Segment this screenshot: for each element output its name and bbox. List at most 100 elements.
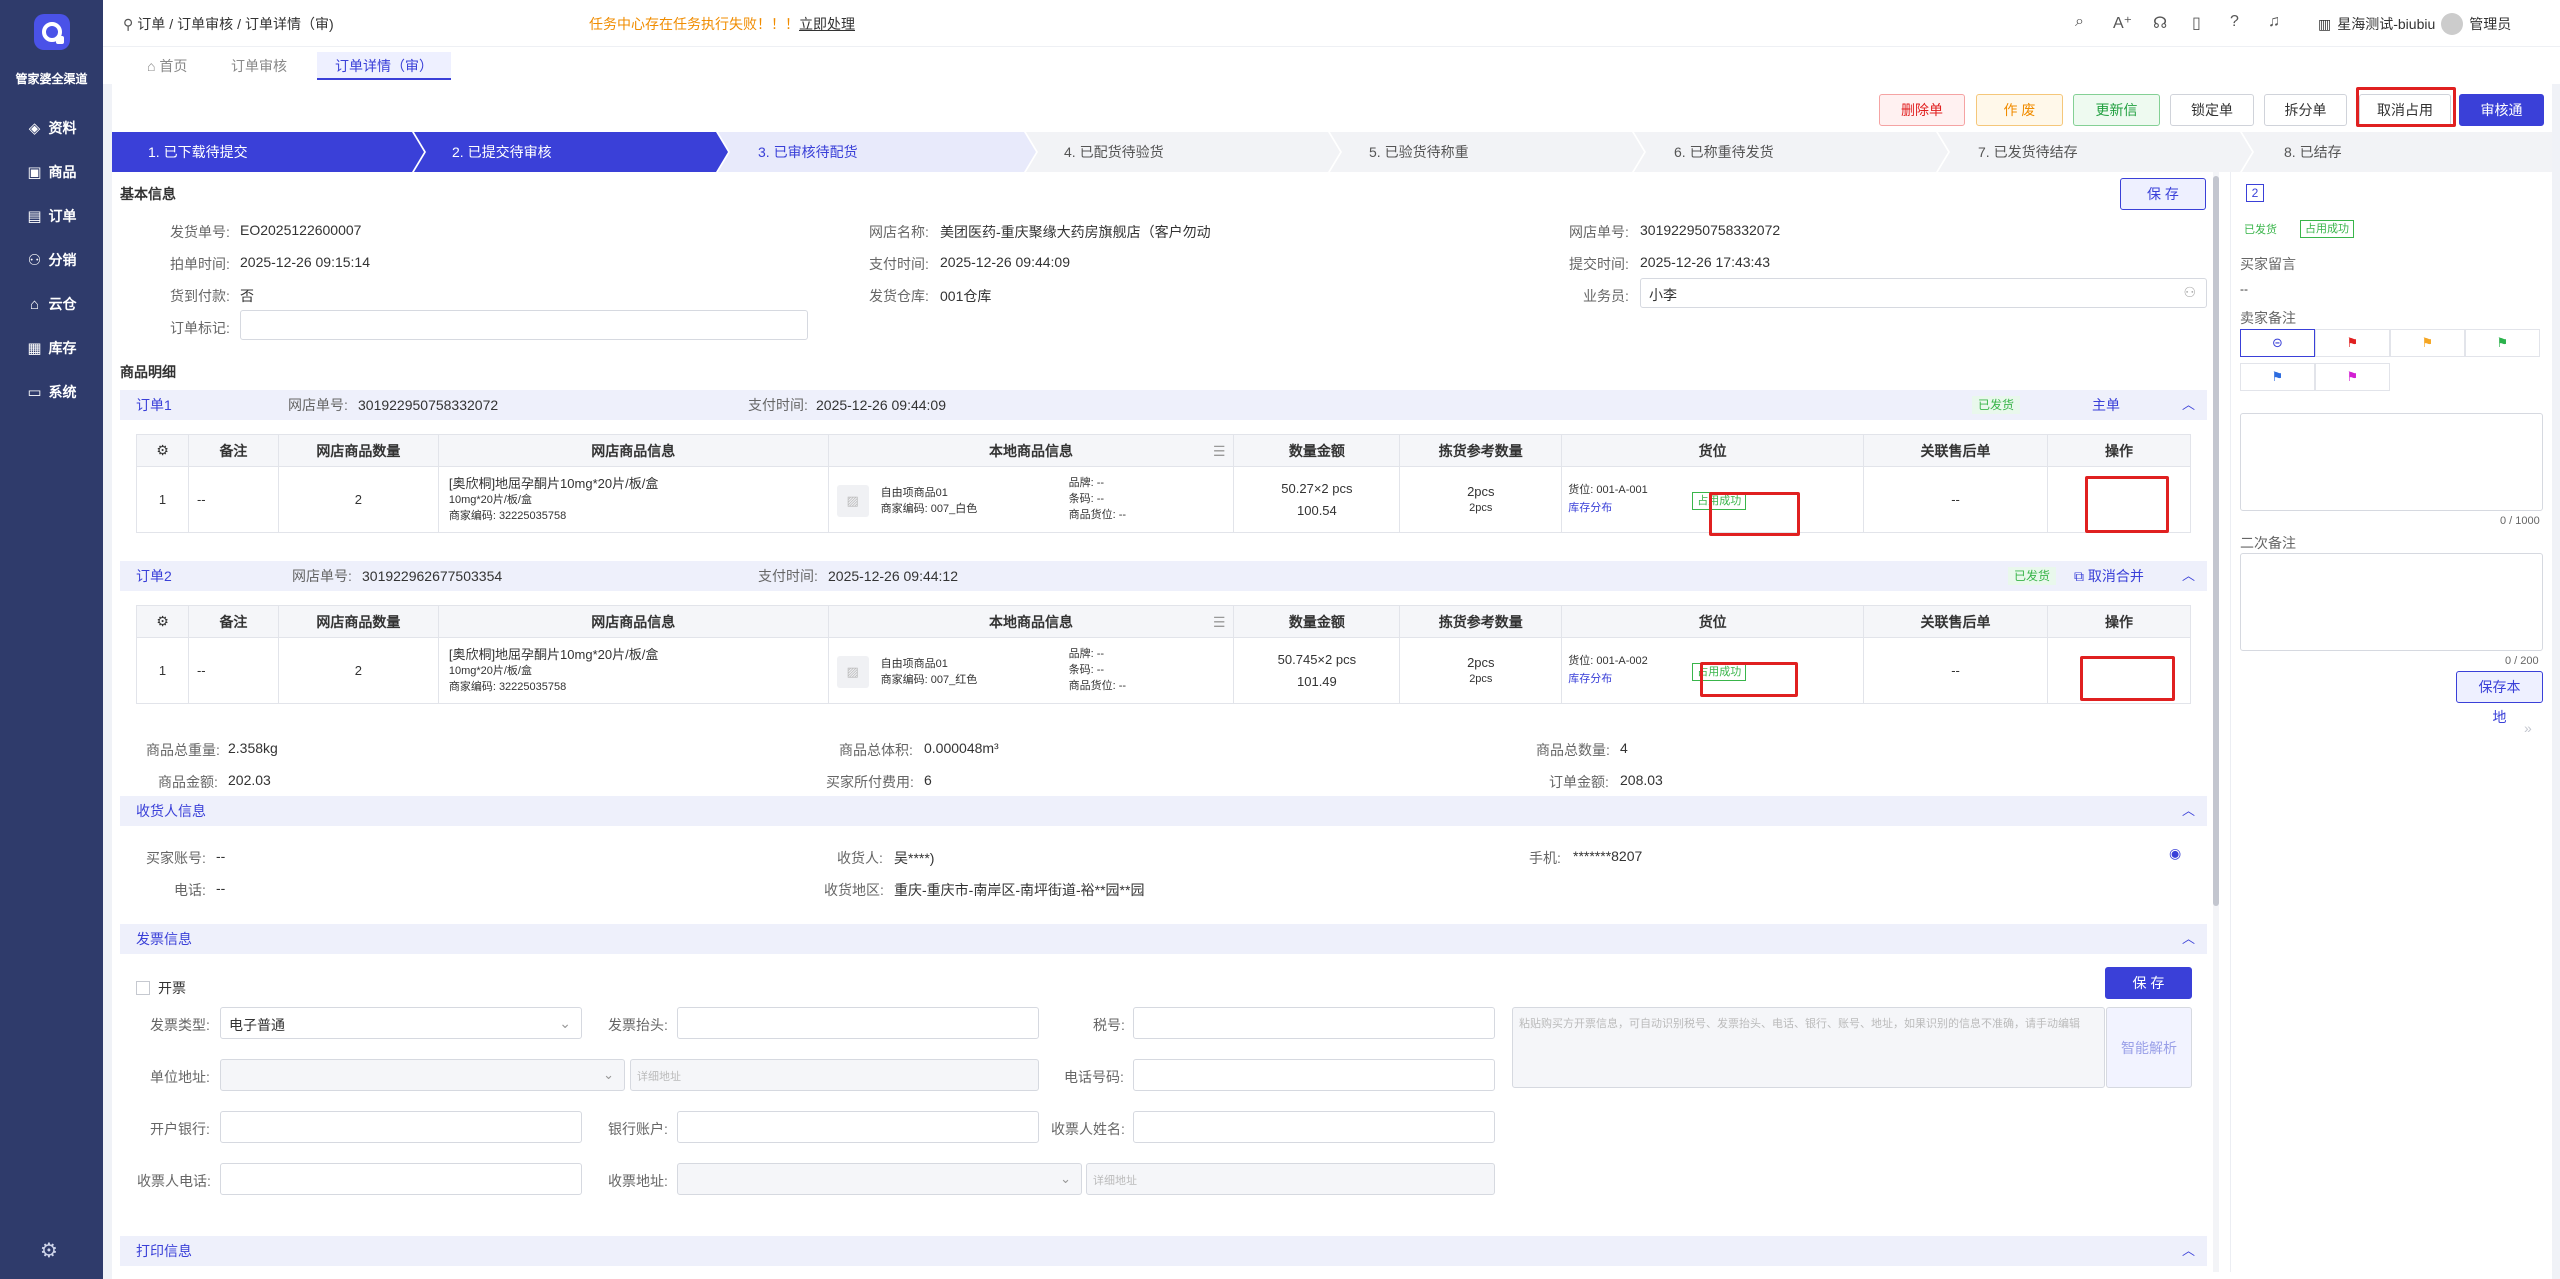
receiver-address-select[interactable]: ⌄ <box>677 1163 1082 1195</box>
stock-distribution-link[interactable]: 库存分布 <box>1568 499 1647 517</box>
sidebar-item-distribution[interactable]: ⚇ 分销 <box>0 240 103 280</box>
bank-field[interactable] <box>220 1111 582 1143</box>
checkbox-box[interactable] <box>136 981 150 995</box>
unit-address-select[interactable]: ⌄ <box>220 1059 625 1091</box>
tab-label: 首页 <box>159 58 188 74</box>
pay-time-value: 2025-12-26 09:44:09 <box>816 397 946 413</box>
phone-label: 电话: <box>174 882 206 898</box>
pay-time-label: 支付时间: <box>748 397 808 413</box>
second-note-textarea[interactable] <box>2240 553 2543 651</box>
product-detail-title: 商品明细 <box>120 364 176 380</box>
total-weight-value: 2.358kg <box>228 740 278 756</box>
receiver-phone-label: 收票人电话: <box>137 1173 211 1189</box>
invoice-checkbox[interactable]: 开票 <box>136 978 186 998</box>
flag-purple-button[interactable]: ⚑ <box>2315 363 2390 391</box>
handle-now-link[interactable]: 立即处理 <box>799 14 855 34</box>
scrollbar-thumb[interactable] <box>2213 176 2219 906</box>
total-weight-label: 商品总重量: <box>146 742 220 758</box>
breadcrumb-order-review[interactable]: 订单审核 <box>177 14 233 34</box>
flag-red-button[interactable]: ⚑ <box>2315 329 2390 357</box>
phone-no-label: 电话号码: <box>1064 1069 1124 1085</box>
sidebar-item-inventory[interactable]: ▦ 库存 <box>0 328 103 368</box>
receiver-area-value: 重庆-重庆市-南岸区-南坪街道-裕**园**园 <box>894 882 1145 898</box>
invoice-receiver-phone-field[interactable] <box>220 1163 582 1195</box>
chevron-up-icon[interactable]: ︿ <box>2182 796 2195 826</box>
eye-icon[interactable]: ◉ <box>2169 845 2181 862</box>
invoice-save-button[interactable]: 保 存 <box>2105 967 2192 999</box>
help-icon[interactable]: ? <box>2230 13 2239 31</box>
salesman-field[interactable]: 小李 ⚇ <box>1640 278 2207 308</box>
box-icon: ▣ <box>27 164 42 181</box>
tab-order-detail[interactable]: 订单详情（审） <box>317 52 451 80</box>
column-settings[interactable]: ⚙ <box>136 434 189 467</box>
flag-green-button[interactable]: ⚑ <box>2465 329 2540 357</box>
invoice-receiver-name-field[interactable] <box>1133 1111 1495 1143</box>
lock-button[interactable]: 锁定单据 <box>2170 94 2254 148</box>
invoice-paste-area[interactable]: 粘贴购买方开票信息，可自动识别税号、发票抬头、电话、银行、账号、地址，如果识别的… <box>1512 1007 2105 1088</box>
ai-icon[interactable]: A⁺ <box>2113 13 2132 33</box>
page-number[interactable]: 2 <box>2246 184 2264 202</box>
seller-note-textarea[interactable] <box>2240 413 2543 511</box>
basic-save-button[interactable]: 保 存 <box>2120 178 2206 210</box>
chevron-up-icon[interactable]: ︿ <box>2182 1236 2195 1266</box>
product-spec: 10mg*20片/板/盒 <box>448 493 532 506</box>
stock-distribution-link[interactable]: 库存分布 <box>1568 670 1647 688</box>
unit-address-detail[interactable]: 详细地址 <box>630 1059 1039 1091</box>
search-icon[interactable]: ⌕ <box>2075 13 2084 31</box>
row-index: 1 <box>136 637 189 704</box>
step-1: 1. 已下载待提交 <box>148 144 248 160</box>
void-button[interactable]: 作 废 <box>1976 94 2063 126</box>
buyer-message-value: -- <box>2240 282 2248 296</box>
invoice-type-select[interactable]: 电子普通 ⌄ <box>220 1007 582 1039</box>
split-button[interactable]: 拆分单据 <box>2264 94 2347 148</box>
chevron-up-icon[interactable]: ︿ <box>2182 390 2195 420</box>
flag-orange-button[interactable]: ⚑ <box>2390 329 2465 357</box>
bank-account-field[interactable] <box>677 1111 1039 1143</box>
column-header: 关联售后单 <box>1863 434 2048 467</box>
delete-button[interactable]: 删除单据 <box>1879 94 1965 148</box>
breadcrumb-orders[interactable]: 订单 <box>137 14 165 34</box>
order-mark-field[interactable] <box>240 310 808 340</box>
chevron-up-icon[interactable]: ︿ <box>2182 924 2195 954</box>
chevron-down-icon: ⌄ <box>603 1067 614 1082</box>
receiver-address-detail[interactable]: 详细地址 <box>1086 1163 1495 1195</box>
highlight-box <box>2356 87 2456 127</box>
menu-icon[interactable]: ☰ <box>1213 443 1226 460</box>
flag-none-button[interactable]: ⊝ <box>2240 329 2315 357</box>
layers-icon: ◈ <box>28 120 41 137</box>
amount-cell: 50.27×2 pcs 100.54 <box>1233 466 1401 533</box>
bell-icon[interactable]: ♫ <box>2268 13 2280 31</box>
user-menu[interactable]: ▥ 星海测试-biubiu 管理员 <box>2318 13 2511 35</box>
column-header-label: 本地商品信息 <box>989 442 1074 459</box>
cancel-merge-link[interactable]: ⧉ 取消合并 <box>2074 561 2144 591</box>
order-mark-label: 订单标记: <box>170 320 230 336</box>
tab-order-review[interactable]: 订单审核 <box>213 52 305 80</box>
sidebar-item-cloud-warehouse[interactable]: ⌂ 云仓 <box>0 284 103 324</box>
phone-no-field[interactable] <box>1133 1059 1495 1091</box>
settings-icon[interactable]: ⚙ <box>40 1238 58 1263</box>
gear-icon[interactable]: ⚙ <box>156 613 169 629</box>
book-icon[interactable]: ▯ <box>2192 13 2201 33</box>
flag-blue-button[interactable]: ⚑ <box>2240 363 2315 391</box>
main-order-link[interactable]: 主单 <box>2092 390 2120 420</box>
column-settings[interactable]: ⚙ <box>136 605 189 638</box>
update-info-button[interactable]: 更新信息 <box>2073 94 2160 148</box>
menu-icon[interactable]: ☰ <box>1213 614 1226 631</box>
sidebar-item-orders[interactable]: ▤ 订单 <box>0 196 103 236</box>
tax-no-field[interactable] <box>1133 1007 1495 1039</box>
collapse-panel-icon[interactable]: » <box>2524 720 2532 736</box>
chevron-up-icon[interactable]: ︿ <box>2182 561 2195 591</box>
gear-icon[interactable]: ⚙ <box>156 442 169 458</box>
approve-button[interactable]: 审核通过 <box>2459 94 2544 148</box>
sidebar-item-system[interactable]: ▭ 系统 <box>0 372 103 412</box>
invoice-head-field[interactable] <box>677 1007 1039 1039</box>
support-icon[interactable]: ☊ <box>2153 13 2167 33</box>
tab-home[interactable]: ⌂ 首页 <box>129 52 205 80</box>
sidebar-item-data[interactable]: ◈ 资料 <box>0 108 103 148</box>
sidebar-item-goods[interactable]: ▣ 商品 <box>0 152 103 192</box>
column-header-label: 本地商品信息 <box>989 613 1074 630</box>
pick-qty-sub: 2pcs <box>1469 501 1493 514</box>
smart-parse-button[interactable]: 智能解析 <box>2106 1007 2192 1088</box>
shop-icon: ▥ <box>2318 15 2332 32</box>
save-local-button[interactable]: 保存本地 <box>2456 671 2543 725</box>
